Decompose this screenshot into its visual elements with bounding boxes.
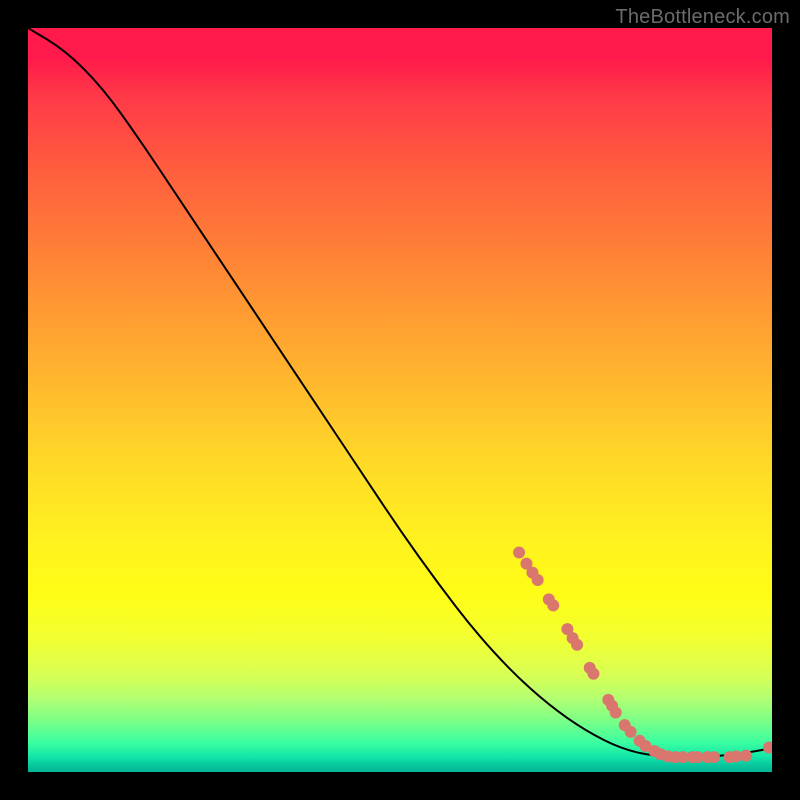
marker-dot bbox=[708, 751, 720, 763]
marker-dot bbox=[763, 741, 772, 753]
chart-stage: TheBottleneck.com bbox=[0, 0, 800, 800]
plot-area bbox=[28, 28, 772, 772]
marker-dot bbox=[547, 599, 559, 611]
marker-dot bbox=[587, 668, 599, 680]
marker-dots bbox=[513, 547, 772, 764]
curve-line bbox=[28, 28, 772, 757]
marker-dot bbox=[625, 726, 637, 738]
marker-dot bbox=[532, 574, 544, 586]
marker-dot bbox=[571, 639, 583, 651]
marker-dot bbox=[513, 547, 525, 559]
marker-dot bbox=[740, 750, 752, 762]
watermark-text: TheBottleneck.com bbox=[615, 6, 790, 29]
chart-overlay bbox=[28, 28, 772, 772]
marker-dot bbox=[610, 706, 622, 718]
